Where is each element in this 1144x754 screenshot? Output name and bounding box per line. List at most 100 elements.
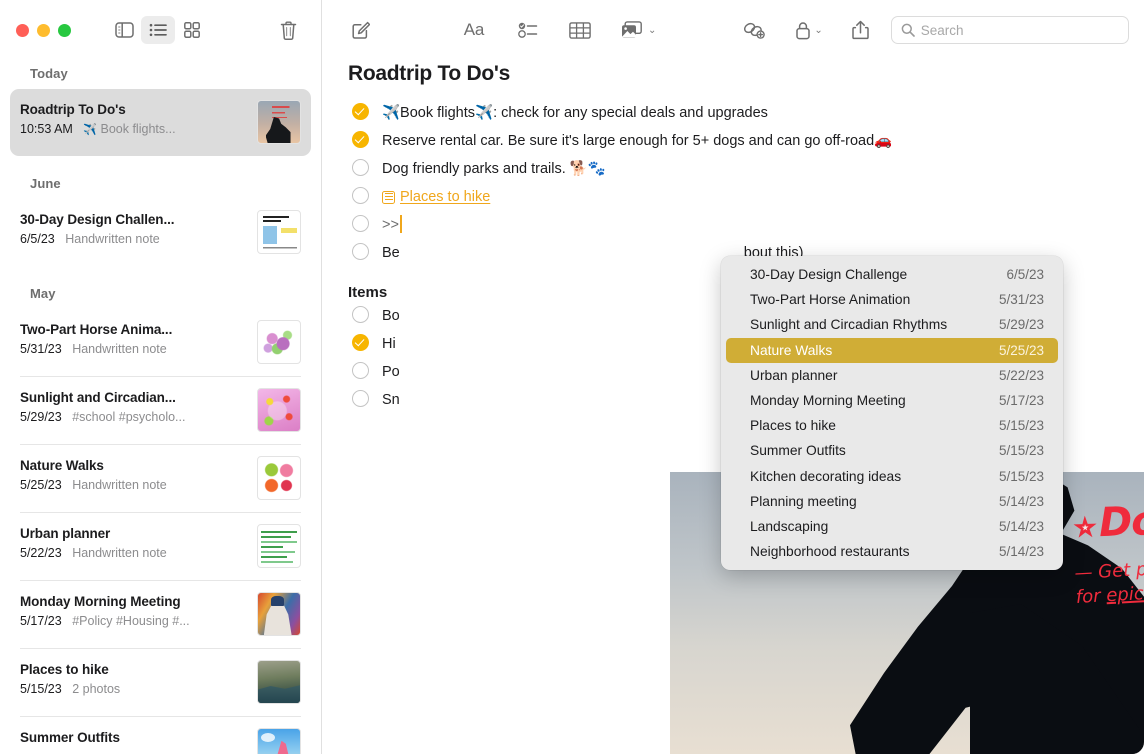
item-text: Sn: [382, 389, 400, 410]
gallery-view-icon[interactable]: [175, 16, 209, 44]
suggestion-title: Urban planner: [750, 368, 837, 383]
star-icon: [1073, 515, 1098, 540]
note-item-preview: ✈️ Book flights...: [83, 122, 175, 136]
sidebar-toggle-icon[interactable]: [107, 16, 141, 44]
search-icon: [901, 23, 915, 37]
list-group-header: Today: [10, 60, 311, 89]
suggestion-date: 5/15/23: [999, 443, 1044, 458]
markup-line-2a: — Get photo at this location: [1074, 546, 1144, 586]
note-list-item-monday-morning-meeting[interactable]: Monday Morning Meeting 5/17/23 #Policy #…: [10, 581, 311, 648]
suggestion-date: 5/14/23: [999, 519, 1044, 534]
compose-icon[interactable]: [340, 15, 380, 45]
note-list-item-roadtrip-to-dos[interactable]: Roadtrip To Do's 10:53 AM ✈️ Book flight…: [10, 89, 311, 156]
suggestion-item[interactable]: Two-Part Horse Animation 5/31/23: [726, 287, 1058, 312]
note-item-date: 5/15/23: [20, 682, 62, 696]
note-item-meta: 5/29/23 #school #psycholo...: [20, 409, 247, 425]
suggestion-item[interactable]: Monday Morning Meeting 5/17/23: [726, 388, 1058, 413]
suggestion-item[interactable]: Landscaping 5/14/23: [726, 514, 1058, 539]
table-icon[interactable]: [560, 15, 600, 45]
lock-chevron-down-icon[interactable]: ⌄: [814, 25, 826, 36]
editor-toolbar: Aa: [322, 0, 1144, 60]
suggestion-date: 5/22/23: [999, 368, 1044, 383]
todo-row[interactable]: Dog friendly parks and trails. 🐕🐾: [348, 158, 1118, 186]
handwritten-markup: Don't forget — Get photo at this locatio…: [1072, 491, 1144, 607]
search-box[interactable]: [891, 16, 1129, 44]
note-item-date: 5/17/23: [20, 614, 62, 628]
checkbox-checked[interactable]: [352, 334, 369, 351]
close-button[interactable]: [16, 24, 29, 37]
note-item-thumbnail: [257, 660, 301, 704]
minimize-button[interactable]: [37, 24, 50, 37]
note-link-suggestions-menu[interactable]: 30-Day Design Challenge 6/5/23 Two-Part …: [721, 256, 1063, 570]
todo-row-typing[interactable]: >>: [348, 214, 1118, 242]
share-icon[interactable]: [841, 15, 881, 45]
note-list-item-two-part-horse-animation[interactable]: Two-Part Horse Anima... 5/31/23 Handwrit…: [10, 309, 311, 376]
suggestion-title: Nature Walks: [750, 343, 832, 358]
checkbox-unchecked[interactable]: [352, 215, 369, 232]
suggestion-date: 5/14/23: [999, 544, 1044, 559]
notes-list[interactable]: Today Roadtrip To Do's 10:53 AM ✈️ Book …: [0, 60, 321, 754]
suggestion-item[interactable]: Sunlight and Circadian Rhythms 5/29/23: [726, 312, 1058, 337]
suggestion-item[interactable]: Neighborhood restaurants 5/14/23: [726, 539, 1058, 564]
group-spacer: [10, 266, 311, 280]
note-list-item-urban-planner[interactable]: Urban planner 5/22/23 Handwritten note: [10, 513, 311, 580]
note-list-item-summer-outfits[interactable]: Summer Outfits: [10, 717, 311, 754]
suggestion-item-selected[interactable]: Nature Walks 5/25/23: [726, 338, 1058, 363]
trash-icon[interactable]: [271, 16, 305, 44]
checkbox-unchecked[interactable]: [352, 159, 369, 176]
note-item-meta: 5/25/23 Handwritten note: [20, 477, 247, 493]
suggestion-item[interactable]: Urban planner 5/22/23: [726, 363, 1058, 388]
suggestion-item[interactable]: Summer Outfits 5/15/23: [726, 438, 1058, 463]
group-spacer: [10, 156, 311, 170]
suggestion-title: Landscaping: [750, 519, 828, 534]
suggestion-title: Two-Part Horse Animation: [750, 292, 910, 307]
todo-row[interactable]: ✈️Book flights✈️: check for any special …: [348, 102, 1118, 130]
media-icon[interactable]: [612, 15, 652, 45]
search-input[interactable]: [921, 23, 1119, 38]
checkbox-checked[interactable]: [352, 103, 369, 120]
add-link-icon[interactable]: [734, 15, 774, 45]
note-item-preview-text: Handwritten note: [72, 342, 167, 356]
note-item-title: Nature Walks: [20, 457, 247, 474]
suggestion-item[interactable]: Kitchen decorating ideas 5/15/23: [726, 464, 1058, 489]
checkbox-unchecked[interactable]: [352, 362, 369, 379]
note-link-places-to-hike[interactable]: Places to hike: [382, 187, 490, 207]
suggestion-item[interactable]: Planning meeting 5/14/23: [726, 489, 1058, 514]
media-chevron-down-icon[interactable]: ⌄: [648, 25, 660, 36]
note-item-title: Monday Morning Meeting: [20, 593, 247, 610]
plane-emoji: ✈️: [83, 124, 97, 136]
note-title: Roadtrip To Do's: [348, 60, 1118, 102]
note-list-item-nature-walks[interactable]: Nature Walks 5/25/23 Handwritten note: [10, 445, 311, 512]
todo-row-link[interactable]: Places to hike: [348, 186, 1118, 214]
suggestion-title: Monday Morning Meeting: [750, 393, 906, 408]
note-list-item-30-day-design-challenge[interactable]: 30-Day Design Challen... 6/5/23 Handwrit…: [10, 199, 311, 266]
checkbox-unchecked[interactable]: [352, 306, 369, 323]
list-group-header: June: [10, 170, 311, 199]
suggestion-item[interactable]: 30-Day Design Challenge 6/5/23: [726, 262, 1058, 287]
note-item-text: Summer Outfits: [20, 728, 247, 746]
note-list-item-sunlight-and-circadian[interactable]: Sunlight and Circadian... 5/29/23 #schoo…: [10, 377, 311, 444]
checklist-icon[interactable]: [508, 15, 548, 45]
checkbox-checked[interactable]: [352, 131, 369, 148]
list-view-icon[interactable]: [141, 16, 175, 44]
sidebar-toolbar: [0, 0, 321, 60]
suggestion-title: Sunlight and Circadian Rhythms: [750, 317, 947, 332]
note-item-title: Sunlight and Circadian...: [20, 389, 247, 406]
list-group-header: May: [10, 280, 311, 309]
todo-row[interactable]: Reserve rental car. Be sure it's large e…: [348, 130, 1118, 158]
note-item-text: Places to hike 5/15/23 2 photos: [20, 660, 247, 697]
note-item-text: Two-Part Horse Anima... 5/31/23 Handwrit…: [20, 320, 247, 357]
typed-trigger-text: >>: [382, 217, 399, 233]
suggestion-title: Summer Outfits: [750, 443, 846, 458]
checkbox-unchecked[interactable]: [352, 187, 369, 204]
format-text-label: Aa: [464, 20, 484, 40]
checkbox-unchecked[interactable]: [352, 390, 369, 407]
note-list-item-places-to-hike[interactable]: Places to hike 5/15/23 2 photos: [10, 649, 311, 716]
note-item-text: Nature Walks 5/25/23 Handwritten note: [20, 456, 247, 493]
format-text-button[interactable]: Aa: [454, 15, 494, 45]
suggestion-item[interactable]: Places to hike 5/15/23: [726, 413, 1058, 438]
note-item-thumbnail: [257, 388, 301, 432]
note-item-thumbnail: [257, 320, 301, 364]
zoom-button[interactable]: [58, 24, 71, 37]
checkbox-unchecked[interactable]: [352, 243, 369, 260]
